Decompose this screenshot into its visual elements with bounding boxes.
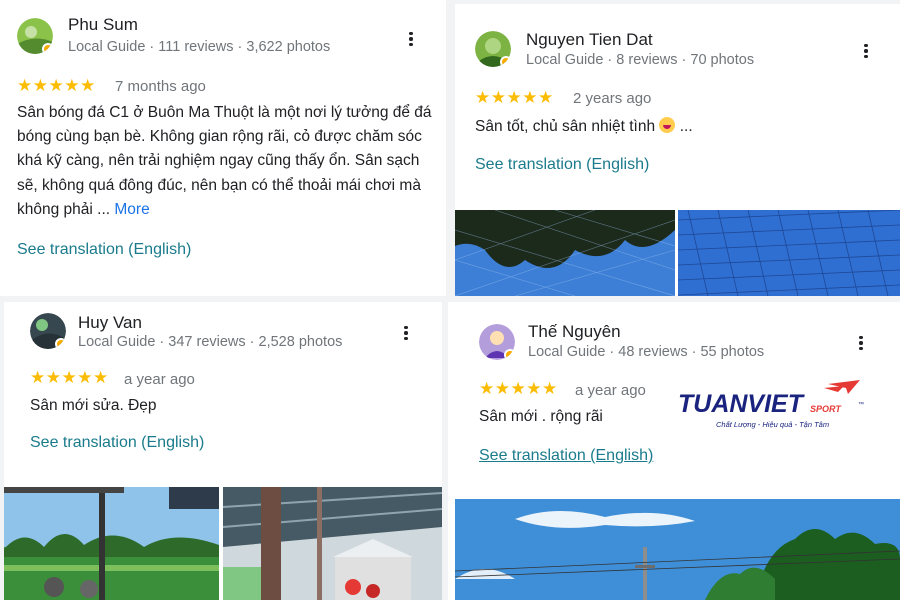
more-link[interactable]: More: [114, 201, 149, 218]
review-text-content: Sân bóng đá C1 ở Buôn Ma Thuột là một nơ…: [17, 104, 432, 218]
local-guide-badge-icon: [55, 338, 66, 349]
local-guide-badge-icon: [504, 349, 515, 360]
logo-tm-text: ™: [858, 401, 864, 408]
reviewer-avatar[interactable]: [17, 18, 53, 54]
review-photo[interactable]: [4, 487, 219, 600]
review-photo[interactable]: [455, 499, 900, 600]
reviewer-name[interactable]: Phu Sum: [68, 15, 138, 35]
star-rating: ★★★★★: [30, 368, 109, 387]
reviewer-avatar[interactable]: [30, 313, 66, 349]
review-text: Sân mới sửa. Đẹp: [30, 397, 157, 414]
review-time: a year ago: [124, 371, 195, 388]
reviewer-avatar[interactable]: [479, 324, 515, 360]
review-photo[interactable]: [678, 210, 900, 296]
local-guide-badge-icon: [500, 56, 511, 67]
review-text-ellipsis: ...: [675, 118, 693, 135]
tuanviet-sport-logo: TUANVIET SPORT ™ Chất Lượng - Hiệu quả -…: [678, 380, 868, 432]
see-translation-link[interactable]: See translation (English): [30, 434, 204, 452]
review-card-huy-van: Huy Van Local Guide · 347 reviews · 2,52…: [4, 302, 442, 600]
review-time: a year ago: [575, 382, 646, 399]
review-card-nguyen-tien-dat: Nguyen Tien Dat Local Guide · 8 reviews …: [455, 4, 900, 296]
reviewer-meta: Local Guide · 111 reviews · 3,622 photos: [68, 39, 331, 55]
reviewer-name[interactable]: Nguyen Tien Dat: [526, 30, 653, 50]
more-vert-icon[interactable]: [856, 41, 876, 61]
review-text: Sân mới . rộng rãi: [479, 408, 603, 425]
reviewer-meta: Local Guide · 48 reviews · 55 photos: [528, 344, 765, 360]
local-guide-badge-icon: [42, 43, 53, 54]
laughing-emoji-icon: [659, 117, 676, 133]
star-rating: ★★★★★: [475, 88, 554, 107]
star-rating: ★★★★★: [17, 76, 96, 95]
see-translation-link[interactable]: See translation (English): [475, 156, 649, 174]
review-photo[interactable]: [223, 487, 442, 600]
more-vert-icon[interactable]: [396, 323, 416, 343]
reviewer-meta: Local Guide · 8 reviews · 70 photos: [526, 52, 755, 68]
reviewer-avatar[interactable]: [475, 31, 511, 67]
logo-tagline: Chất Lượng - Hiệu quả - Tận Tâm: [716, 420, 829, 429]
logo-brand-text: TUANVIET: [678, 390, 806, 418]
logo-sport-text: SPORT: [810, 404, 842, 414]
review-photo[interactable]: [455, 210, 675, 296]
review-card-the-nguyen: Thế Nguyên Local Guide · 48 reviews · 55…: [448, 302, 900, 600]
reviewer-meta: Local Guide · 347 reviews · 2,528 photos: [78, 334, 343, 350]
more-vert-icon[interactable]: [851, 333, 871, 353]
review-text: Sân bóng đá C1 ở Buôn Ma Thuột là một nơ…: [17, 101, 435, 222]
reviewer-name[interactable]: Huy Van: [78, 313, 142, 333]
see-translation-link[interactable]: See translation (English): [479, 447, 653, 465]
more-vert-icon[interactable]: [401, 29, 421, 49]
see-translation-link[interactable]: See translation (English): [17, 241, 191, 259]
star-rating: ★★★★★: [479, 379, 558, 398]
review-text: Sân tốt, chủ sân nhiệt tình ...: [475, 115, 885, 139]
review-time: 7 months ago: [115, 78, 206, 95]
review-card-phu-sum: Phu Sum Local Guide · 111 reviews · 3,62…: [0, 0, 446, 296]
reviewer-name[interactable]: Thế Nguyên: [528, 322, 621, 342]
review-time: 2 years ago: [573, 90, 652, 107]
review-text-content: Sân tốt, chủ sân nhiệt tình: [475, 118, 656, 135]
